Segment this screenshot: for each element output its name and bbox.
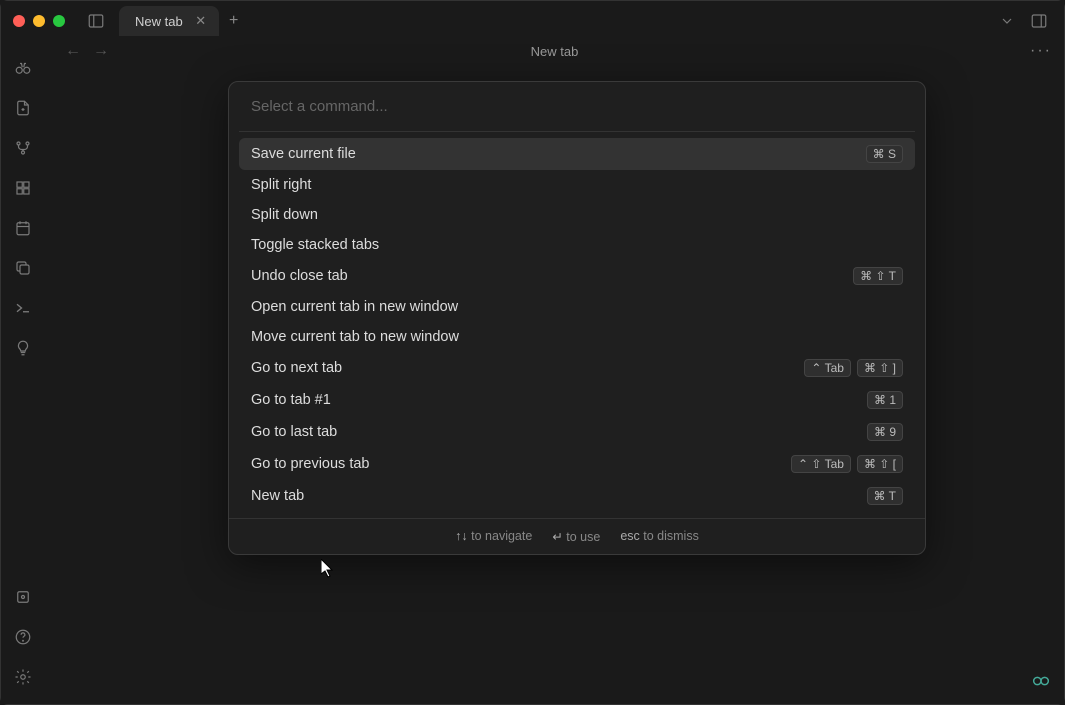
shortcut-group: ⌃ Tab ⌘ ⇧ ] bbox=[804, 359, 903, 377]
copy-icon[interactable] bbox=[10, 255, 36, 281]
command-label: Undo close tab bbox=[251, 268, 348, 284]
command-label: Go to last tab bbox=[251, 424, 337, 440]
shortcut-key: ⌘ 9 bbox=[867, 423, 903, 441]
command-label: Go to tab #1 bbox=[251, 392, 331, 408]
shortcut-group: ⌘ T bbox=[867, 487, 903, 505]
command-item[interactable]: New tab ⌘ T bbox=[239, 480, 915, 512]
command-item[interactable]: Undo close tab ⌘ ⇧ T bbox=[239, 260, 915, 292]
more-icon[interactable]: ··· bbox=[1030, 42, 1052, 60]
panel-left-icon[interactable] bbox=[83, 8, 109, 34]
nav-forward-button[interactable]: → bbox=[93, 42, 109, 60]
file-plus-icon[interactable] bbox=[10, 95, 36, 121]
lightbulb-icon[interactable] bbox=[10, 335, 36, 361]
window-close-button[interactable] bbox=[13, 15, 25, 27]
command-item[interactable]: Go to next tab ⌃ Tab ⌘ ⇧ ] bbox=[239, 352, 915, 384]
calendar-icon[interactable] bbox=[10, 215, 36, 241]
shortcut-group: ⌘ 9 bbox=[867, 423, 903, 441]
command-label: Toggle stacked tabs bbox=[251, 237, 379, 253]
hint-navigate: ↑↓ to navigate bbox=[455, 529, 532, 544]
help-icon[interactable] bbox=[10, 624, 36, 650]
add-tab-button[interactable]: + bbox=[219, 6, 249, 36]
command-item[interactable]: Go to tab #1 ⌘ 1 bbox=[239, 384, 915, 416]
titlebar: New tab ✕ + bbox=[1, 1, 1064, 41]
command-label: Save current file bbox=[251, 146, 356, 162]
window-maximize-button[interactable] bbox=[53, 15, 65, 27]
gear-icon[interactable] bbox=[10, 664, 36, 690]
nav-back-button[interactable]: ← bbox=[65, 42, 81, 60]
command-label: Move current tab to new window bbox=[251, 329, 459, 345]
command-label: Go to next tab bbox=[251, 360, 342, 376]
binoculars-icon[interactable] bbox=[10, 55, 36, 81]
command-item[interactable]: Move current tab to new window bbox=[239, 322, 915, 352]
palette-footer: ↑↓ to navigate ↵ to use esc to dismiss bbox=[229, 518, 925, 554]
shortcut-group: ⌃ ⇧ Tab ⌘ ⇧ [ bbox=[791, 455, 903, 473]
command-item[interactable]: Go to previous tab ⌃ ⇧ Tab ⌘ ⇧ [ bbox=[239, 448, 915, 480]
shortcut-key: ⌘ ⇧ [ bbox=[857, 455, 903, 473]
close-icon[interactable]: ✕ bbox=[193, 13, 209, 29]
page-title: New tab bbox=[531, 44, 579, 59]
shortcut-group: ⌘ ⇧ T bbox=[853, 267, 903, 285]
command-label: New tab bbox=[251, 488, 304, 504]
command-label: Open current tab in new window bbox=[251, 299, 458, 315]
shortcut-key: ⌘ S bbox=[866, 145, 903, 163]
git-branch-icon[interactable] bbox=[10, 135, 36, 161]
command-item[interactable]: Toggle stacked tabs bbox=[239, 230, 915, 260]
sidebar bbox=[1, 41, 45, 704]
shortcut-group: ⌘ 1 bbox=[867, 391, 903, 409]
status-icon[interactable] bbox=[1030, 670, 1052, 692]
hint-dismiss: esc to dismiss bbox=[620, 529, 699, 544]
command-list: Save current file ⌘ S Split right Split dow… bbox=[229, 132, 925, 518]
key-icon[interactable] bbox=[10, 584, 36, 610]
command-item[interactable]: Split down bbox=[239, 200, 915, 230]
shortcut-key: ⌃ Tab bbox=[804, 359, 851, 377]
tab-new-tab[interactable]: New tab ✕ bbox=[119, 6, 219, 36]
panel-right-icon[interactable] bbox=[1026, 8, 1052, 34]
shortcut-group: ⌘ S bbox=[866, 145, 903, 163]
command-input[interactable] bbox=[229, 82, 925, 131]
command-item[interactable]: Save current file ⌘ S bbox=[239, 138, 915, 170]
shortcut-key: ⌘ ⇧ T bbox=[853, 267, 903, 285]
command-label: Split down bbox=[251, 207, 318, 223]
terminal-icon[interactable] bbox=[10, 295, 36, 321]
command-item[interactable]: Open current tab in new window bbox=[239, 292, 915, 322]
tab-label: New tab bbox=[135, 14, 183, 29]
shortcut-key: ⌘ 1 bbox=[867, 391, 903, 409]
content-area: ← → New tab ··· Save current file ⌘ S Spli… bbox=[45, 41, 1064, 704]
shortcut-key: ⌃ ⇧ Tab bbox=[791, 455, 851, 473]
shortcut-key: ⌘ ⇧ ] bbox=[857, 359, 903, 377]
window-minimize-button[interactable] bbox=[33, 15, 45, 27]
command-label: Go to previous tab bbox=[251, 456, 370, 472]
command-item[interactable]: Go to last tab ⌘ 9 bbox=[239, 416, 915, 448]
hint-use: ↵ to use bbox=[552, 529, 600, 544]
traffic-lights bbox=[13, 15, 65, 27]
command-palette: Save current file ⌘ S Split right Split dow… bbox=[228, 81, 926, 555]
command-label: Split right bbox=[251, 177, 311, 193]
grid-icon[interactable] bbox=[10, 175, 36, 201]
tab-bar: New tab ✕ + bbox=[119, 6, 249, 36]
command-item[interactable]: Split right bbox=[239, 170, 915, 200]
shortcut-key: ⌘ T bbox=[867, 487, 903, 505]
chevron-down-icon[interactable] bbox=[994, 8, 1020, 34]
